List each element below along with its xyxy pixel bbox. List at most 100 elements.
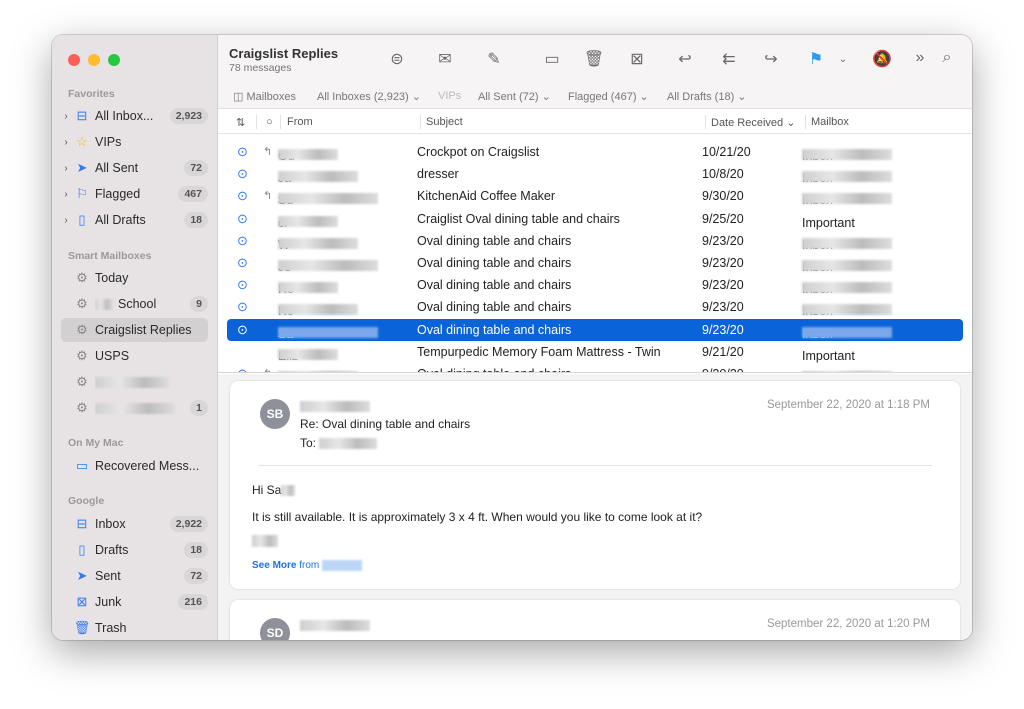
gear-icon: ⚙ (76, 296, 88, 311)
message-card[interactable]: SD September 22, 2020 at 1:20 PM (230, 600, 960, 640)
paper-plane-icon: ➤ (76, 160, 88, 175)
column-from[interactable]: From (287, 116, 313, 128)
sidebar-item-all-drafts[interactable]: › ▯ All Drafts 18 (61, 208, 208, 232)
mute-bell-icon[interactable]: 🔕 (871, 49, 893, 69)
message-list: ⊙ ↰ Gu Crockpot on Craigslist 10/21/20 I… (218, 135, 972, 373)
conversation-view: SB Re: Oval dining table and chairs To: … (218, 374, 972, 640)
sidebar-item-junk[interactable]: ⊠ Junk 216 (61, 590, 208, 614)
chevron-right-icon[interactable]: › (61, 189, 71, 200)
sidebar-item-redacted[interactable]: ⚙ 1 (61, 396, 208, 420)
message-row[interactable]: ⊙ ↰ Vai Oval dining table and chairs 9/2… (227, 363, 963, 372)
message-row[interactable]: ⊙ cr Craiglist Oval dining table and cha… (227, 208, 963, 230)
unread-column-icon[interactable]: ○ (266, 116, 273, 128)
thread-chevron-icon[interactable]: ⊙ (237, 211, 248, 227)
chevron-right-icon[interactable]: › (61, 215, 71, 226)
message-body: It is still available. It is approximate… (252, 510, 703, 524)
message-date: September 22, 2020 at 1:18 PM (766, 399, 930, 411)
sidebar-item-sent[interactable]: ➤ Sent 72 (61, 564, 208, 588)
count-badge: 1 (190, 400, 208, 416)
reply-all-icon[interactable]: ⇇ (718, 49, 740, 69)
thread-chevron-icon[interactable]: ⊙ (237, 166, 248, 182)
close-button[interactable] (68, 54, 80, 66)
divider (258, 465, 932, 466)
thread-chevron-icon[interactable]: ⊙ (237, 277, 248, 293)
zoom-button[interactable] (108, 54, 120, 66)
message-row[interactable]: ⊙ Ro Oval dining table and chairs 9/23/2… (227, 274, 963, 296)
archive-icon[interactable]: ▭ (541, 49, 563, 69)
more-icon[interactable]: » (909, 49, 931, 67)
trash-icon[interactable]: 🗑 (583, 49, 605, 69)
search-icon[interactable]: ⌕ (936, 49, 958, 67)
chevron-right-icon[interactable]: › (61, 163, 71, 174)
mailbox-title: Craigslist Replies (229, 46, 339, 61)
sidebar-item-inbox[interactable]: ⊟ Inbox 2,922 (61, 512, 208, 536)
mailboxes-toggle[interactable]: ◫ Mailboxes (233, 90, 296, 103)
filter-all-sent[interactable]: All Sent (72) ⌄ (478, 90, 551, 103)
message-subject: Re: Oval dining table and chairs (300, 417, 471, 431)
message-subject: Oval dining table and chairs (417, 367, 571, 372)
message-date: 9/23/20 (702, 322, 744, 337)
message-row[interactable]: ⊙ ↰ Gu Crockpot on Craigslist 10/21/20 I… (227, 141, 963, 163)
thread-chevron-icon[interactable]: ⊙ (237, 144, 248, 160)
filter-icon[interactable]: ⊜ (386, 49, 408, 69)
sort-icon[interactable]: ⇅ (236, 116, 245, 129)
reply-icon[interactable]: ↩ (674, 49, 696, 69)
message-date: 10/8/20 (702, 167, 744, 182)
count-badge: 2,922 (169, 516, 208, 532)
sidebar-item-usps[interactable]: ⚙ USPS (61, 344, 208, 368)
message-row[interactable]: ⊙ ↰ Su KitchenAid Coffee Maker 9/30/20 I… (227, 185, 963, 207)
junk-icon[interactable]: ⊠ (626, 49, 648, 69)
column-date-received[interactable]: Date Received ⌄ (711, 116, 795, 129)
message-date: 9/30/20 (702, 189, 744, 204)
paper-plane-icon: ➤ (76, 568, 88, 583)
chevron-right-icon[interactable]: › (61, 111, 71, 122)
replied-icon: ↰ (263, 146, 273, 158)
flag-icon: ⚐ (76, 186, 88, 201)
get-mail-icon[interactable]: ✉ (434, 49, 456, 69)
message-row[interactable]: Eliz Tempurpedic Memory Foam Mattress - … (227, 341, 963, 363)
message-row[interactable]: ⊙ Je Oval dining table and chairs 9/23/2… (227, 252, 963, 274)
trash-icon: 🗑 (73, 620, 91, 635)
thread-chevron-icon[interactable]: ⊙ (237, 255, 248, 271)
recipient: To: (300, 436, 378, 450)
sidebar-item-drafts[interactable]: ▯ Drafts 18 (61, 538, 208, 562)
forward-icon[interactable]: ↪ (760, 49, 782, 69)
thread-chevron-icon[interactable]: ⊙ (237, 188, 248, 204)
sidebar-item-all-inbox-[interactable]: › ⊟ All Inbox... 2,923 (61, 104, 208, 128)
window-controls (68, 54, 120, 66)
message-count: 78 messages (229, 62, 292, 74)
flag-icon[interactable]: ⚑ (805, 49, 827, 69)
message-row[interactable]: ⊙ Ja dresser 10/8/20 Inbox - (227, 163, 963, 185)
thread-chevron-icon[interactable]: ⊙ (237, 366, 248, 372)
sender-name-redacted (300, 401, 370, 413)
sidebar-item-today[interactable]: ⚙ Today (61, 266, 208, 290)
message-row[interactable]: ⊙ Sa Oval dining table and chairs 9/23/2… (227, 318, 963, 341)
compose-icon[interactable]: ✎ (483, 49, 505, 69)
thread-chevron-icon[interactable]: ⊙ (237, 299, 248, 315)
see-more-link[interactable]: See More from (252, 560, 363, 571)
sidebar-item-school[interactable]: ⚙ School 9 (61, 292, 208, 316)
chevron-down-icon[interactable]: ⌄ (832, 54, 854, 65)
sidebar-item-trash[interactable]: 🗑 Trash (61, 616, 208, 640)
filter-vips[interactable]: VIPs (438, 90, 461, 102)
filter-all-drafts[interactable]: All Drafts (18) ⌄ (667, 90, 747, 103)
filter-all-inboxes[interactable]: All Inboxes (2,923) ⌄ (317, 90, 421, 103)
message-row[interactable]: ⊙ W Oval dining table and chairs 9/23/20… (227, 230, 963, 252)
message-card[interactable]: SB Re: Oval dining table and chairs To: … (230, 381, 960, 589)
filter-flagged[interactable]: Flagged (467) ⌄ (568, 90, 649, 103)
column-subject[interactable]: Subject (426, 116, 463, 128)
sidebar-item-flagged[interactable]: › ⚐ Flagged 467 (61, 182, 208, 206)
sidebar-item-redacted[interactable]: ⚙ (61, 370, 208, 394)
main-pane: Craigslist Replies 78 messages ⊜ ✉ ✎ ▭ 🗑… (218, 35, 972, 640)
sidebar-item-craigslist-replies[interactable]: ⚙ Craigslist Replies (61, 318, 208, 342)
chevron-right-icon[interactable]: › (61, 137, 71, 148)
message-row[interactable]: ⊙ Ro Oval dining table and chairs 9/23/2… (227, 296, 963, 318)
sidebar-item-recovered-mess-[interactable]: ▭ Recovered Mess... (61, 454, 208, 478)
minimize-button[interactable] (88, 54, 100, 66)
sidebar-item-all-sent[interactable]: › ➤ All Sent 72 (61, 156, 208, 180)
message-date: 9/23/20 (702, 300, 744, 315)
column-mailbox[interactable]: Mailbox (811, 116, 849, 128)
thread-chevron-icon[interactable]: ⊙ (237, 322, 248, 338)
sidebar-item-vips[interactable]: › ☆ VIPs (61, 130, 208, 154)
thread-chevron-icon[interactable]: ⊙ (237, 233, 248, 249)
